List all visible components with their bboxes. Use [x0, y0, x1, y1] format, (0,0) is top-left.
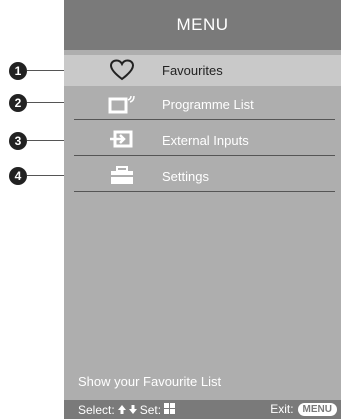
toolbox-icon: [108, 164, 136, 188]
menu-item-favourites[interactable]: Favourites: [64, 55, 341, 86]
callout-4: 4: [9, 167, 27, 185]
callout-1: 1: [9, 62, 27, 80]
enter-key-icon: [164, 403, 176, 417]
footer-bar: Select: Set: Exit: MENU: [64, 400, 341, 419]
menu-item-label: Settings: [162, 169, 209, 184]
input-icon: [108, 128, 136, 152]
menu-divider: [74, 191, 335, 192]
menu-divider: [74, 119, 335, 120]
arrow-down-icon: [128, 403, 137, 417]
arrow-up-icon: [117, 403, 126, 417]
set-hint-label: Set:: [139, 403, 162, 417]
callout-3: 3: [9, 132, 27, 150]
menu-item-settings[interactable]: Settings: [64, 161, 341, 192]
footer-navigation-hints: Select: Set:: [78, 403, 176, 417]
menu-panel: MENU Favourites Programme List External …: [64, 0, 341, 419]
exit-hint-label: Exit:: [270, 402, 294, 416]
heart-icon: [108, 58, 136, 82]
menu-key-badge: MENU: [297, 402, 337, 416]
help-text: Show your Favourite List: [78, 374, 222, 389]
menu-title: MENU: [176, 15, 229, 34]
footer-exit-hint: Exit: MENU: [270, 402, 337, 416]
select-hint-label: Select:: [78, 403, 115, 417]
menu-title-bar: MENU: [64, 0, 341, 50]
menu-item-label: External Inputs: [162, 133, 249, 148]
menu-item-external-inputs[interactable]: External Inputs: [64, 125, 341, 156]
menu-item-label: Programme List: [162, 97, 254, 112]
menu-divider: [74, 155, 335, 156]
menu-item-label: Favourites: [162, 63, 223, 78]
menu-item-programme-list[interactable]: Programme List: [64, 89, 341, 120]
callout-2: 2: [9, 94, 27, 112]
tv-icon: [108, 92, 136, 116]
